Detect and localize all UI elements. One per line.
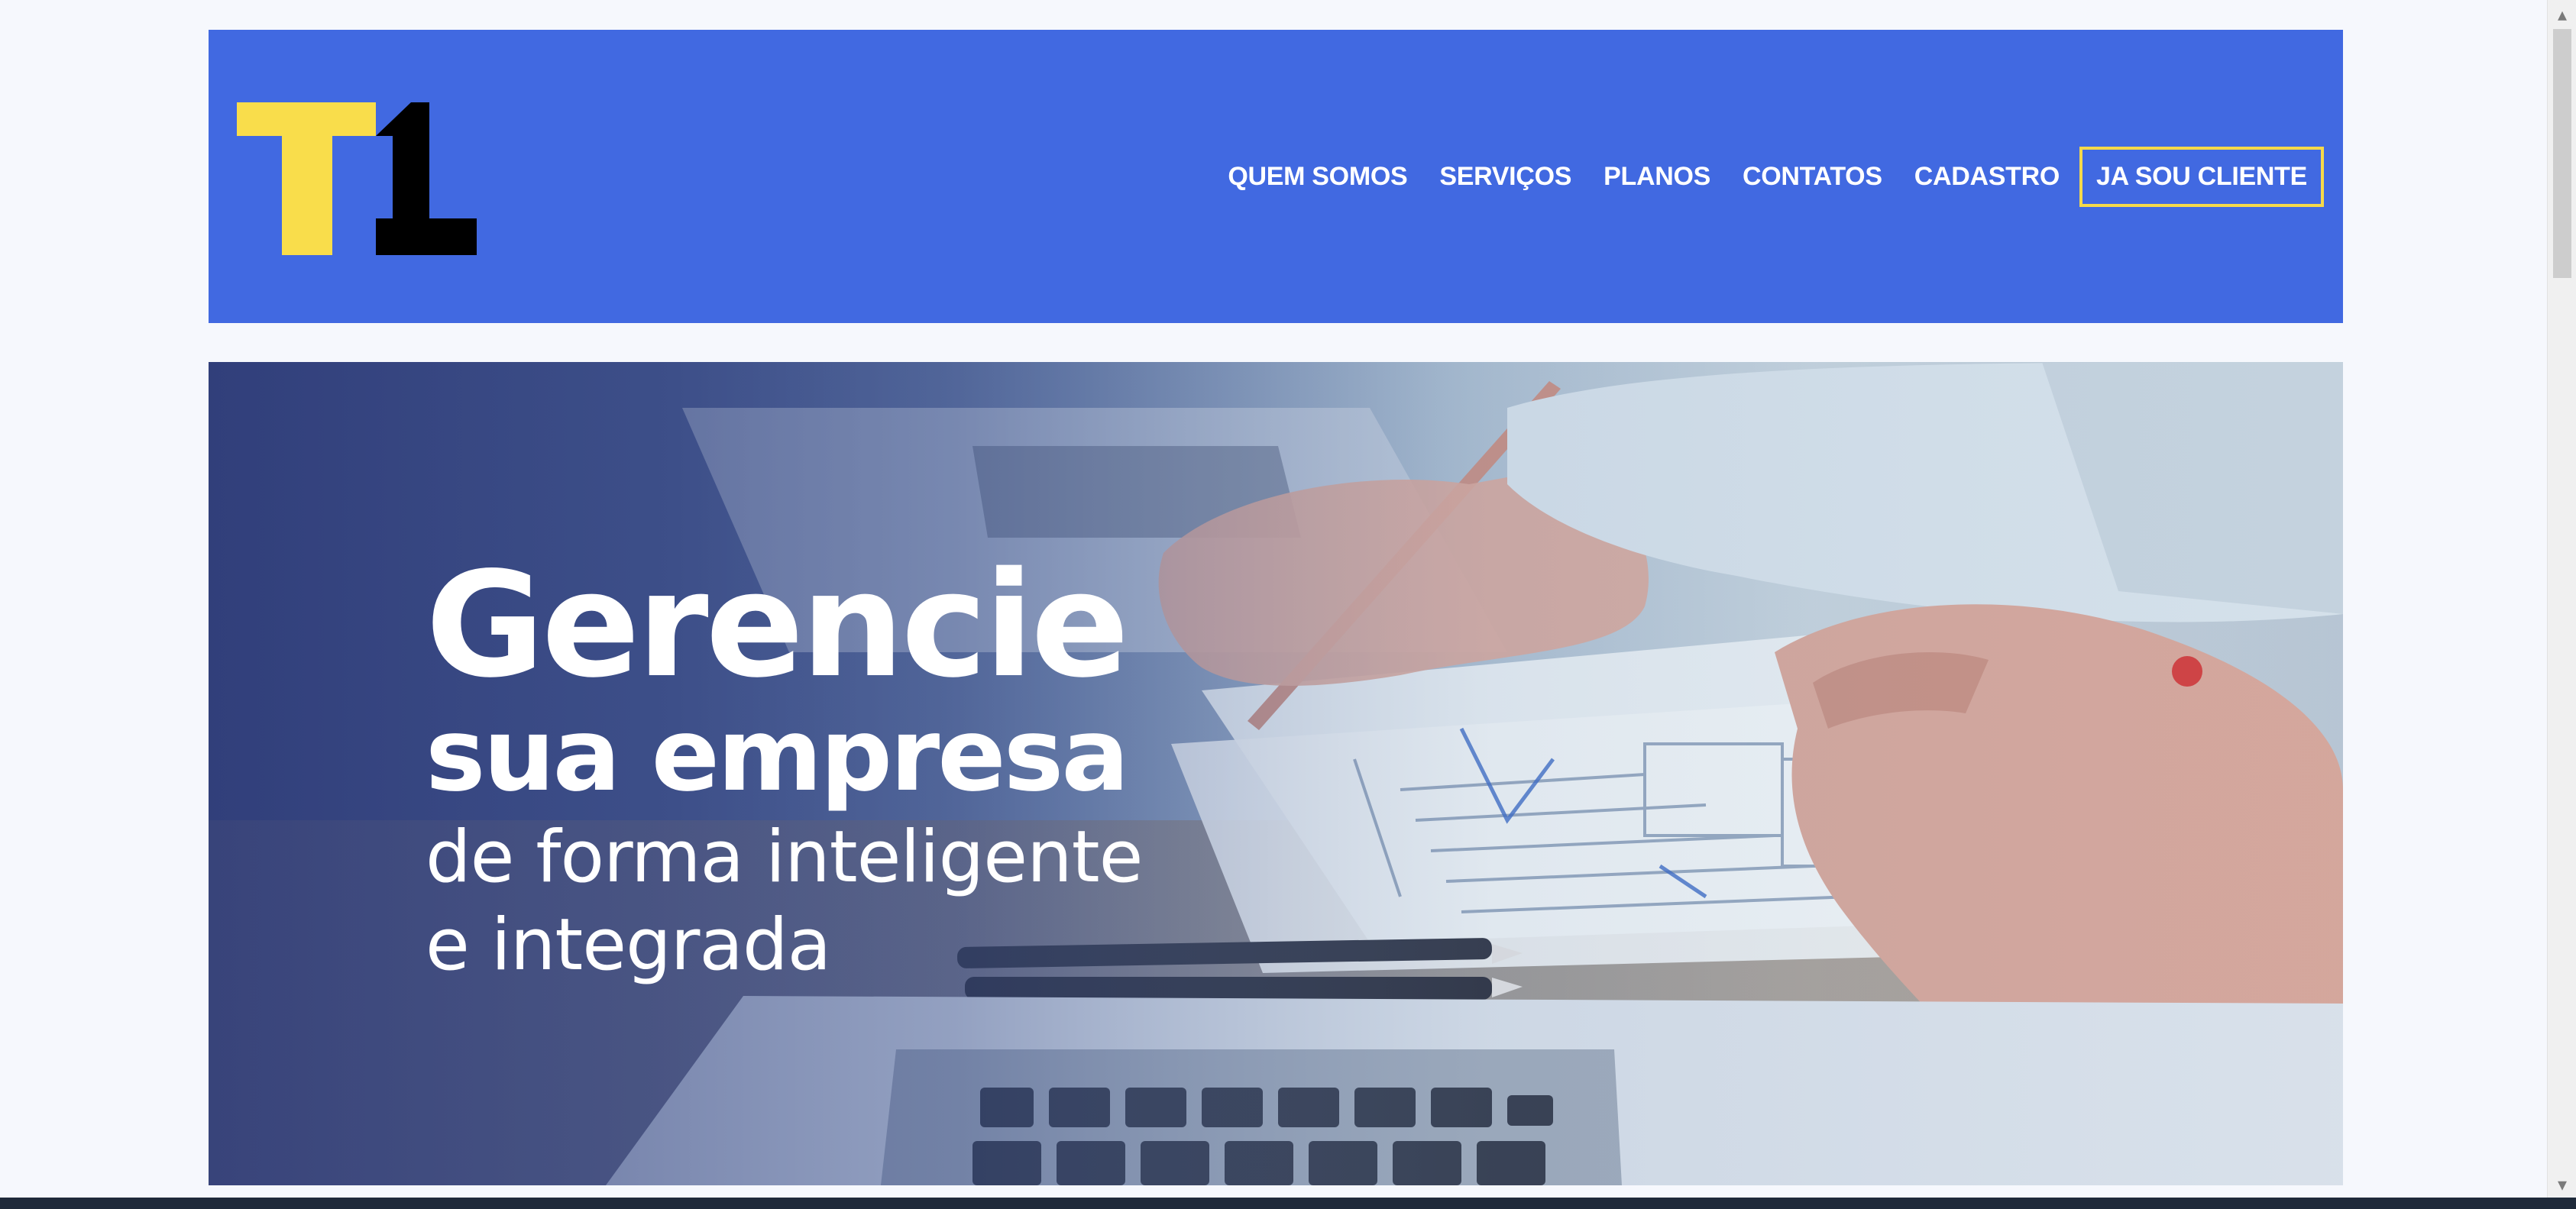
site-header: QUEM SOMOS SERVIÇOS PLANOS CONTATOS CADA… — [209, 30, 2343, 323]
nav-contatos[interactable]: CONTATOS — [1743, 162, 1882, 192]
browser-viewport: QUEM SOMOS SERVIÇOS PLANOS CONTATOS CADA… — [0, 0, 2547, 1198]
hero-tagline-2: e integrada — [426, 904, 831, 987]
nav-quem-somos[interactable]: QUEM SOMOS — [1228, 162, 1407, 192]
taskbar-edge — [0, 1198, 2576, 1209]
nav-planos[interactable]: PLANOS — [1604, 162, 1710, 192]
chevron-up-icon[interactable]: ▴ — [2548, 2, 2576, 27]
chevron-down-icon[interactable]: ▾ — [2548, 1172, 2576, 1198]
hero-headline: Gerencie sua empresa de forma inteligent… — [426, 541, 1143, 988]
hero-banner: Gerencie sua empresa de forma inteligent… — [209, 362, 2343, 1185]
t1-logo[interactable] — [237, 102, 480, 257]
logo-t-shape — [237, 102, 376, 255]
scroll-thumb[interactable] — [2553, 29, 2571, 278]
nav-servicos[interactable]: SERVIÇOS — [1439, 162, 1571, 192]
hero-title: Gerencie — [426, 541, 1129, 710]
hero-tagline-1: de forma inteligente — [426, 816, 1143, 899]
ja-sou-cliente-button[interactable]: JA SOU CLIENTE — [2079, 146, 2324, 207]
vertical-scrollbar[interactable]: ▴ ▾ — [2547, 0, 2576, 1198]
main-nav: QUEM SOMOS SERVIÇOS PLANOS CONTATOS CADA… — [1228, 146, 2324, 207]
hero-subtitle: sua empresa — [426, 697, 1129, 814]
logo-one-shape — [376, 102, 477, 255]
nav-cadastro[interactable]: CADASTRO — [1914, 162, 2060, 192]
